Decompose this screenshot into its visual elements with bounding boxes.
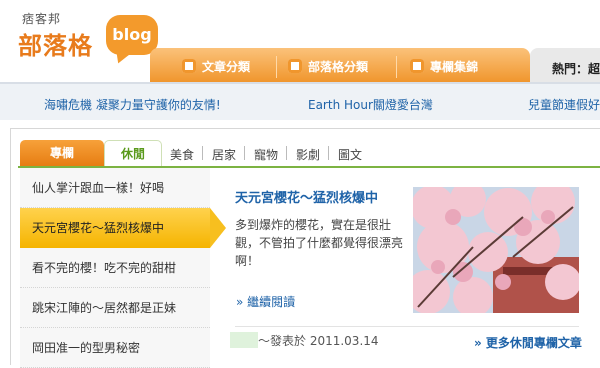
tab-columns[interactable]: 專欄 [20, 140, 104, 166]
announcement-link[interactable]: 兒童節連假好 [528, 96, 600, 113]
hot-topics-label[interactable]: 熱門：超級 [552, 60, 600, 77]
more-leisure-link[interactable]: » 更多休閒專欄文章 [474, 334, 582, 351]
list-item-active[interactable]: 天元宮櫻花～猛烈核爆中 [20, 208, 226, 248]
subtab-pets[interactable]: 寵物 [254, 146, 278, 163]
subtab-movies[interactable]: 影劇 [296, 146, 320, 163]
cherry-blossom-photo[interactable] [413, 187, 579, 313]
announcement-link[interactable]: Earth Hour關燈愛台灣 [308, 96, 433, 113]
article-excerpt: 多到爆炸的櫻花，實在是很壯觀，不管拍了什麼都覺得很漂亮啊！ [235, 218, 404, 268]
subtab-divider [244, 146, 245, 160]
logo-subtitle[interactable]: 痞客邦 [22, 10, 61, 27]
subtab-food[interactable]: 美食 [170, 146, 194, 163]
post-date-text: ～發表於 2011.03.14 [258, 334, 379, 348]
list-item[interactable]: 看不完的櫻！吃不完的甜柑 [20, 248, 210, 288]
article-title[interactable]: 天元宮櫻花～猛烈核爆中 [235, 187, 378, 206]
subtab-divider [286, 146, 287, 160]
tab-leisure[interactable]: 休閒 [104, 140, 162, 167]
nav-tab-label: 專欄集錦 [430, 60, 479, 74]
post-date: ～發表於 2011.03.14 [230, 332, 379, 349]
list-item[interactable]: 仙人掌汁跟血一樣！好喝 [20, 168, 210, 208]
subtab-comics[interactable]: 圖文 [338, 146, 362, 163]
book-icon [410, 59, 424, 73]
announcement-link[interactable]: 海嘯危機 凝聚力量守護你的友情! [44, 96, 221, 113]
nav-tab-columns[interactable]: 專欄集錦 [410, 54, 478, 80]
nav-tab-label: 部落格分類 [308, 60, 369, 74]
subtab-divider [328, 146, 329, 160]
nav-tab-articles[interactable]: 文章分類 [182, 54, 250, 80]
subtab-home[interactable]: 居家 [212, 146, 236, 163]
read-more-link[interactable]: » 繼續閱讀 [236, 293, 295, 310]
author-placeholder [230, 332, 258, 348]
subtab-divider [202, 146, 203, 160]
list-item[interactable]: 岡田准一的型男秘密 [20, 328, 210, 368]
nav-tab-blog-categories[interactable]: 部落格分類 [288, 54, 368, 80]
nav-tab-label: 文章分類 [202, 60, 251, 74]
list-item[interactable]: 跳宋江陣的～居然都是正妹 [20, 288, 210, 328]
nav-divider [276, 56, 277, 78]
nav-divider [396, 56, 397, 78]
globe-icon [288, 59, 302, 73]
document-icon [182, 59, 196, 73]
divider [235, 326, 579, 327]
